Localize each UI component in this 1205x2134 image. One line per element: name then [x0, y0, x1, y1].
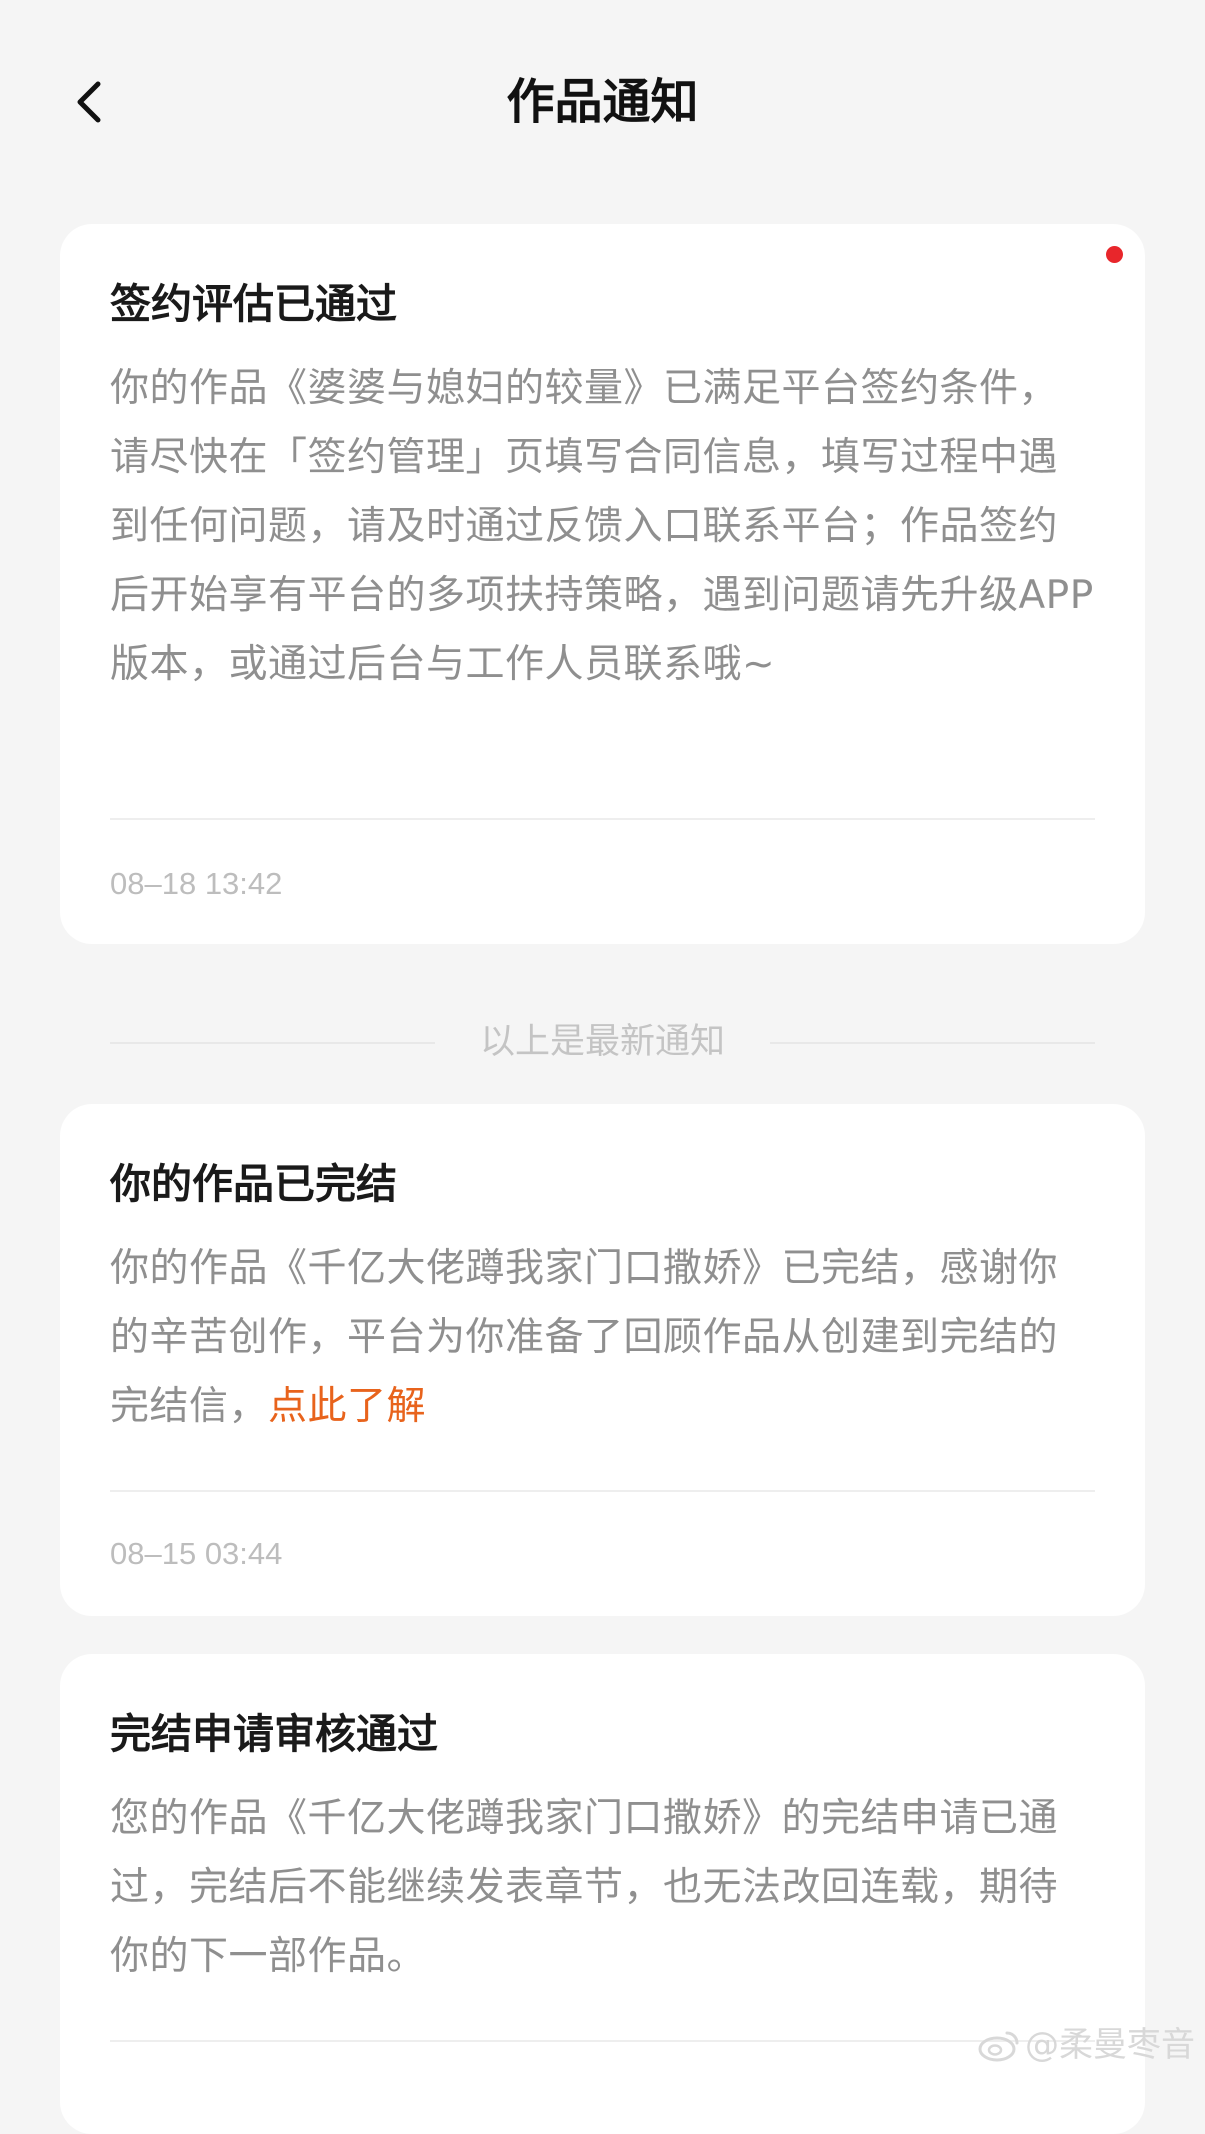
unread-dot	[1106, 246, 1123, 263]
notification-body: 你的作品《千亿大佬蹲我家门口撒娇》已完结，感谢你的辛苦创作，平台为你准备了回顾作…	[110, 1234, 1095, 1441]
notification-title: 你的作品已完结	[110, 1160, 397, 1208]
notification-time: 08–18 13:42	[110, 866, 283, 901]
notification-body: 您的作品《千亿大佬蹲我家门口撒娇》的完结申请已通过，完结后不能继续发表章节，也无…	[110, 1796, 1059, 1979]
notification-title: 完结申请审核通过	[110, 1710, 438, 1758]
learn-more-link[interactable]: 点此了解	[268, 1384, 426, 1429]
page-title: 作品通知	[506, 74, 699, 130]
notification-title: 签约评估已通过	[110, 280, 397, 328]
card-divider	[110, 1490, 1095, 1492]
separator-line-right	[770, 1042, 1095, 1044]
notification-card[interactable]: 签约评估已通过 你的作品《婆婆与媳妇的较量》已满足平台签约条件，请尽快在「签约管…	[60, 224, 1145, 944]
watermark: @柔曼枣音	[977, 2021, 1195, 2069]
weibo-icon	[978, 2031, 1019, 2062]
notification-time: 08–15 03:44	[110, 1536, 283, 1571]
notification-body: 你的作品《婆婆与媳妇的较量》已满足平台签约条件，请尽快在「签约管理」页填写合同信…	[110, 366, 1094, 687]
card-divider	[110, 818, 1095, 820]
notification-body-text: 你的作品《千亿大佬蹲我家门口撒娇》已完结，感谢你的辛苦创作，平台为你准备了回顾作…	[110, 1246, 1059, 1429]
nav-bar: 作品通知	[0, 0, 1205, 200]
watermark-text: @柔曼枣音	[1025, 2025, 1195, 2065]
notification-card[interactable]: 你的作品已完结 你的作品《千亿大佬蹲我家门口撒娇》已完结，感谢你的辛苦创作，平台…	[60, 1104, 1145, 1616]
latest-separator: 以上是最新通知	[110, 1015, 1095, 1069]
card-divider	[110, 2040, 1095, 2042]
